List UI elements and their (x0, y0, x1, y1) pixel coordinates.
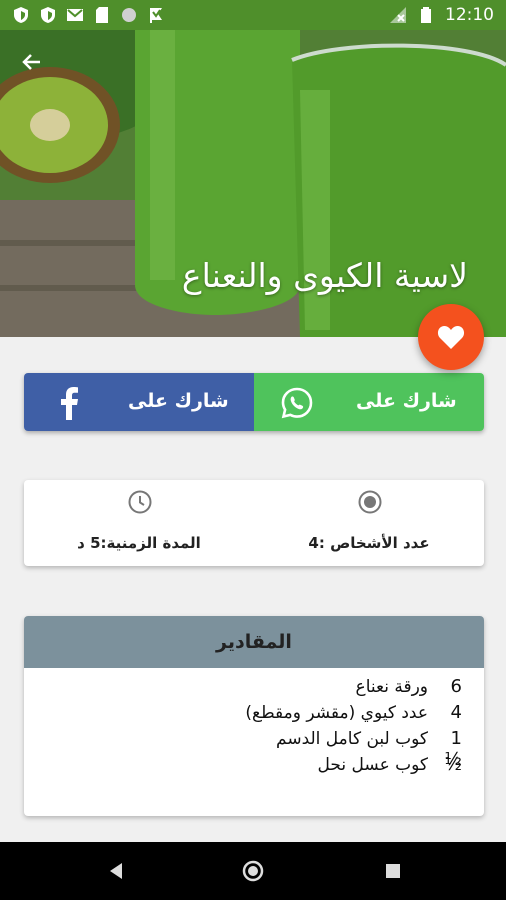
flag-icon (150, 8, 162, 23)
no-signal-icon (390, 7, 406, 23)
ingredient-quantity: 4 (450, 702, 462, 723)
circle-icon (122, 8, 136, 22)
duration-text: المدة الزمنية:5 د (77, 534, 201, 552)
whatsapp-icon (281, 387, 313, 419)
arrow-back-icon (22, 54, 40, 70)
clock-icon (128, 490, 152, 514)
status-bar: 12:10 (0, 0, 506, 30)
favorite-button[interactable] (418, 304, 484, 370)
people-info: عدد الأشخاص :4 (254, 480, 484, 566)
share-whatsapp-label: شارك على (356, 390, 457, 412)
ingredient-item: ½ كوب عسل نحل (42, 754, 462, 780)
system-nav-bar (0, 842, 506, 900)
nav-home-icon[interactable] (241, 859, 265, 883)
gmail-icon (67, 9, 83, 21)
ingredients-title: المقادير (216, 631, 292, 653)
facebook-icon (61, 387, 78, 420)
status-bar-notifications (12, 6, 165, 24)
heart-icon (437, 326, 465, 349)
radio-icon (358, 490, 382, 514)
ingredient-quantity: ½ (444, 754, 462, 775)
recipe-title: لاسية الكيوى والنعناع (181, 256, 468, 295)
share-whatsapp-button[interactable]: شارك على (254, 373, 484, 431)
ingredient-name: ورقة نعناع (355, 677, 428, 697)
shield-icon (41, 7, 55, 23)
back-button[interactable] (20, 50, 50, 80)
ingredients-card: المقادير 6 ورقة نعناع 4 عدد كيوي (مقشر و… (24, 616, 484, 816)
share-bar: شارك على شارك على (24, 373, 484, 431)
people-text: عدد الأشخاص :4 (308, 534, 430, 552)
ingredient-name: عدد كيوي (مقشر ومقطع) (245, 703, 428, 723)
status-bar-system: 12:10 (389, 5, 494, 25)
ingredient-item: 6 ورقة نعناع (42, 676, 462, 702)
recipe-info-card: المدة الزمنية:5 د عدد الأشخاص :4 (24, 480, 484, 566)
share-facebook-label: شارك على (128, 390, 229, 412)
ingredient-name: كوب عسل نحل (317, 755, 428, 775)
hero-image: لاسية الكيوى والنعناع (0, 30, 506, 337)
share-facebook-button[interactable]: شارك على (24, 373, 254, 431)
ingredient-item: 4 عدد كيوي (مقشر ومقطع) (42, 702, 462, 728)
battery-icon (421, 7, 431, 23)
ingredient-item: 1 ½ كوب لبن كامل الدسم (42, 728, 462, 770)
ingredient-name: كوب لبن كامل الدسم (276, 729, 428, 749)
status-time: 12:10 (445, 5, 494, 25)
nav-back-icon[interactable] (104, 859, 128, 883)
nav-recents-icon[interactable] (381, 859, 405, 883)
ingredients-header: المقادير (24, 616, 484, 668)
ingredients-list: 6 ورقة نعناع 4 عدد كيوي (مقشر ومقطع) 1 ½… (42, 676, 462, 780)
sd-card-icon (96, 7, 108, 23)
shield-icon (14, 7, 28, 23)
ingredient-quantity: 6 (450, 676, 462, 697)
duration-info: المدة الزمنية:5 د (24, 480, 254, 566)
